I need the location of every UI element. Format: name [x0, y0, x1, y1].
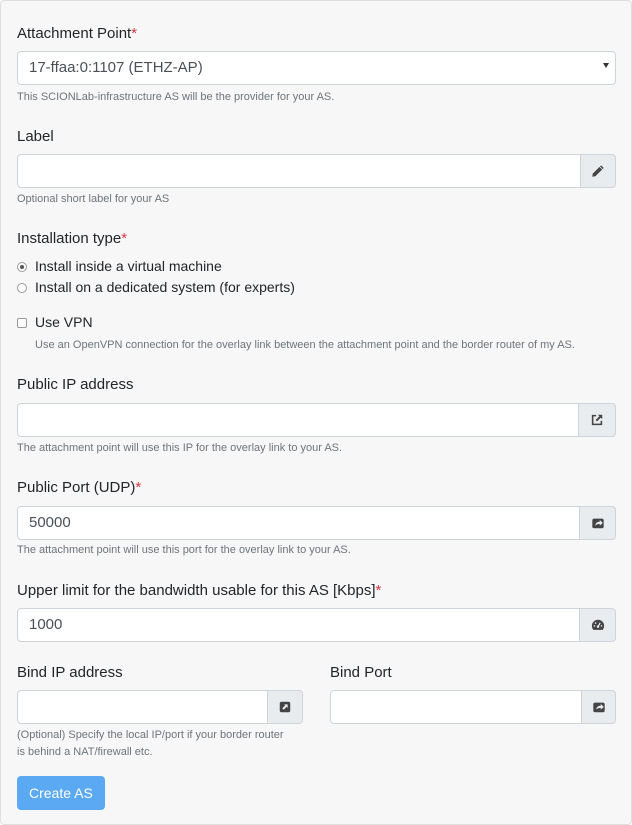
radio-virtual-machine[interactable]	[17, 262, 27, 272]
bandwidth-input[interactable]: 1000	[17, 608, 580, 642]
bind-ip-addon	[267, 690, 303, 724]
installation-type-label: Installation type*	[17, 230, 128, 247]
bind-ip-help-line-2: is behind a NAT/firewall etc.	[17, 746, 153, 758]
bind-port-label: Bind Port	[330, 664, 392, 681]
radio-dedicated-system[interactable]	[17, 283, 27, 293]
public-port-addon	[579, 506, 616, 540]
as-form-card: Attachment Point* 17-ffaa:0:1107 (ETHZ-A…	[0, 0, 632, 825]
public-port-value: 50000	[29, 514, 71, 531]
use-vpn-checkbox[interactable]	[17, 318, 27, 328]
chevron-down-icon	[603, 63, 609, 68]
use-vpn-help: Use an OpenVPN connection for the overla…	[35, 339, 575, 351]
pencil-icon	[592, 165, 604, 177]
label-addon	[580, 154, 616, 188]
external-link-icon	[591, 414, 603, 426]
public-port-help: The attachment point will use this port …	[17, 544, 351, 556]
use-vpn-label[interactable]: Use VPN	[35, 314, 93, 330]
attachment-point-label: Attachment Point*	[17, 25, 138, 42]
bind-ip-input[interactable]	[17, 690, 268, 724]
bandwidth-label: Upper limit for the bandwidth usable for…	[17, 582, 382, 599]
bandwidth-value: 1000	[29, 616, 63, 633]
public-ip-input[interactable]	[17, 403, 579, 437]
label-input[interactable]	[17, 154, 581, 188]
share-square-icon	[591, 518, 604, 529]
required-mark: *	[135, 479, 142, 496]
label-field-label: Label	[17, 128, 54, 145]
bind-port-addon	[581, 690, 616, 724]
tachometer-icon	[591, 619, 604, 630]
bandwidth-addon	[579, 608, 616, 642]
label-help: Optional short label for your AS	[17, 193, 170, 205]
bind-ip-help-line-1: (Optional) Specify the local IP/port if …	[17, 729, 284, 741]
attachment-point-value: 17-ffaa:0:1107 (ETHZ-AP)	[29, 59, 203, 76]
share-square-icon	[592, 702, 605, 713]
public-ip-addon	[578, 403, 616, 437]
public-ip-label: Public IP address	[17, 376, 134, 393]
attachment-point-help: This SCIONLab-infrastructure AS will be …	[17, 91, 335, 103]
required-mark: *	[375, 582, 382, 599]
public-ip-help: The attachment point will use this IP fo…	[17, 442, 343, 454]
required-mark: *	[131, 25, 138, 42]
public-port-label: Public Port (UDP)*	[17, 479, 142, 496]
attachment-point-select[interactable]: 17-ffaa:0:1107 (ETHZ-AP)	[17, 51, 616, 85]
required-mark: *	[121, 230, 128, 247]
radio-dedicated-system-label[interactable]: Install on a dedicated system (for exper…	[35, 279, 295, 295]
bind-port-input[interactable]	[330, 690, 582, 724]
create-as-button[interactable]: Create AS	[17, 776, 105, 810]
external-link-square-icon	[279, 701, 291, 713]
radio-virtual-machine-label[interactable]: Install inside a virtual machine	[35, 258, 222, 274]
public-port-input[interactable]: 50000	[17, 506, 580, 540]
bind-ip-label: Bind IP address	[17, 664, 123, 681]
